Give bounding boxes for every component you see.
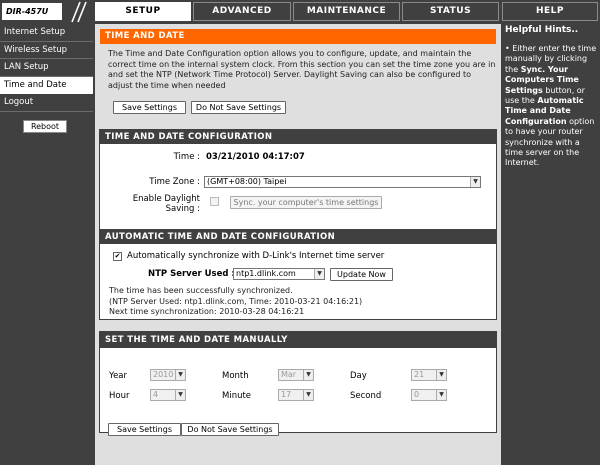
daylight-saving-label-line2: Saving : [165,204,200,214]
manual-time-title: SET THE TIME AND DATE MANUALLY [100,332,496,348]
intro-section: TIME AND DATE The Time and Date Configur… [99,28,497,119]
minute-value: 17 [281,390,292,399]
tab-advanced[interactable]: ADVANCED [193,2,291,21]
year-value: 2010 [153,370,174,379]
sync-status-line-3: Next time synchronization: 2010-03-28 04… [109,307,305,316]
hour-value: 4 [153,390,159,399]
time-label: Time : [173,152,200,162]
top-bar: DIR-457U SETUP ADVANCED MAINTENANCE STAT… [0,0,600,24]
reboot-button[interactable]: Reboot [23,120,67,133]
footer-do-not-save-button[interactable]: Do Not Save Settings [181,423,279,436]
year-label: Year [109,371,127,381]
sync-computer-time-button[interactable]: Sync. your computer's time settings [230,196,382,209]
year-select[interactable]: 2010 ▼ [150,369,186,381]
second-label: Second [350,391,382,401]
intro-save-settings-button[interactable]: Save Settings [113,101,186,114]
minute-label: Minute [222,391,252,401]
brand-logo: DIR-457U [2,3,62,20]
chevron-down-icon: ▼ [314,269,324,279]
time-value: 03/21/2010 04:17:07 [206,152,305,162]
sidebar-item-logout[interactable]: Logout [0,94,93,112]
second-select[interactable]: 0 ▼ [411,389,447,401]
time-zone-label: Time Zone : [149,177,200,187]
chevron-down-icon: ▼ [175,390,185,400]
day-label: Day [350,371,367,381]
daylight-saving-checkbox[interactable] [210,197,219,206]
sidebar-item-wireless-setup[interactable]: Wireless Setup [0,42,93,59]
auto-time-config-section: AUTOMATIC TIME AND DATE CONFIGURATION ✔ … [99,229,497,320]
tab-status[interactable]: STATUS [402,2,499,21]
chevron-down-icon: ▼ [303,390,313,400]
update-now-button[interactable]: Update Now [330,268,393,281]
ntp-server-select[interactable]: ntp1.dlink.com ▼ [233,268,325,280]
intro-title: TIME AND DATE [100,29,496,44]
daylight-saving-label-line1: Enable Daylight [132,194,200,204]
time-zone-select[interactable]: (GMT+08:00) Taipei ▼ [204,176,481,188]
main-content: TIME AND DATE The Time and Date Configur… [95,24,501,465]
chevron-down-icon: ▼ [436,370,446,380]
chevron-down-icon: ▼ [436,390,446,400]
chevron-down-icon: ▼ [175,370,185,380]
sync-status-line-2: (NTP Server Used: ntp1.dlink.com, Time: … [109,296,363,306]
intro-description: The Time and Date Configuration option a… [108,49,496,90]
chevron-down-icon: ▼ [470,177,480,187]
sync-status-line-1: The time has been successfully synchroni… [109,286,293,295]
daylight-saving-label: Enable Daylight Saving : [110,194,200,214]
tab-maintenance[interactable]: MAINTENANCE [293,2,400,21]
sync-status: The time has been successfully synchroni… [109,286,494,318]
ntp-server-value: ntp1.dlink.com [236,269,296,278]
month-select[interactable]: Mar ▼ [278,369,314,381]
ntp-server-label: NTP Server Used : [148,269,235,279]
helpful-hints-panel: Helpful Hints.. • Either enter the time … [502,24,600,465]
hour-select[interactable]: 4 ▼ [150,389,186,401]
helpful-hints-body: • Either enter the time manually by clic… [505,44,597,169]
intro-do-not-save-button[interactable]: Do Not Save Settings [191,101,286,114]
tab-setup[interactable]: SETUP [95,2,191,21]
day-select[interactable]: 21 ▼ [411,369,447,381]
auto-sync-label: Automatically synchronize with D-Link's … [127,251,385,261]
time-date-config-section: TIME AND DATE CONFIGURATION Time : 03/21… [99,129,497,242]
hint-bullet: • [505,44,510,53]
minute-select[interactable]: 17 ▼ [278,389,314,401]
sidebar-item-lan-setup[interactable]: LAN Setup [0,59,93,77]
tab-help[interactable]: HELP [502,2,598,21]
sidebar: Internet Setup Wireless Setup LAN Setup … [0,24,93,465]
sidebar-item-internet-setup[interactable]: Internet Setup [0,24,93,42]
footer-save-settings-button[interactable]: Save Settings [108,423,181,436]
auto-time-config-title: AUTOMATIC TIME AND DATE CONFIGURATION [100,230,496,244]
time-zone-value: (GMT+08:00) Taipei [207,177,287,186]
helpful-hints-title: Helpful Hints.. [505,25,579,35]
sidebar-item-time-and-date[interactable]: Time and Date [0,76,93,94]
chevron-down-icon: ▼ [303,370,313,380]
manual-time-section: SET THE TIME AND DATE MANUALLY Year 2010… [99,331,497,433]
hour-label: Hour [109,391,130,401]
auto-sync-checkbox[interactable]: ✔ [113,252,122,261]
month-label: Month [222,371,249,381]
month-value: Mar [281,370,297,379]
second-value: 0 [414,390,420,399]
day-value: 21 [414,370,425,379]
time-date-config-title: TIME AND DATE CONFIGURATION [100,130,496,144]
logo-slashes-decoration [71,1,87,23]
